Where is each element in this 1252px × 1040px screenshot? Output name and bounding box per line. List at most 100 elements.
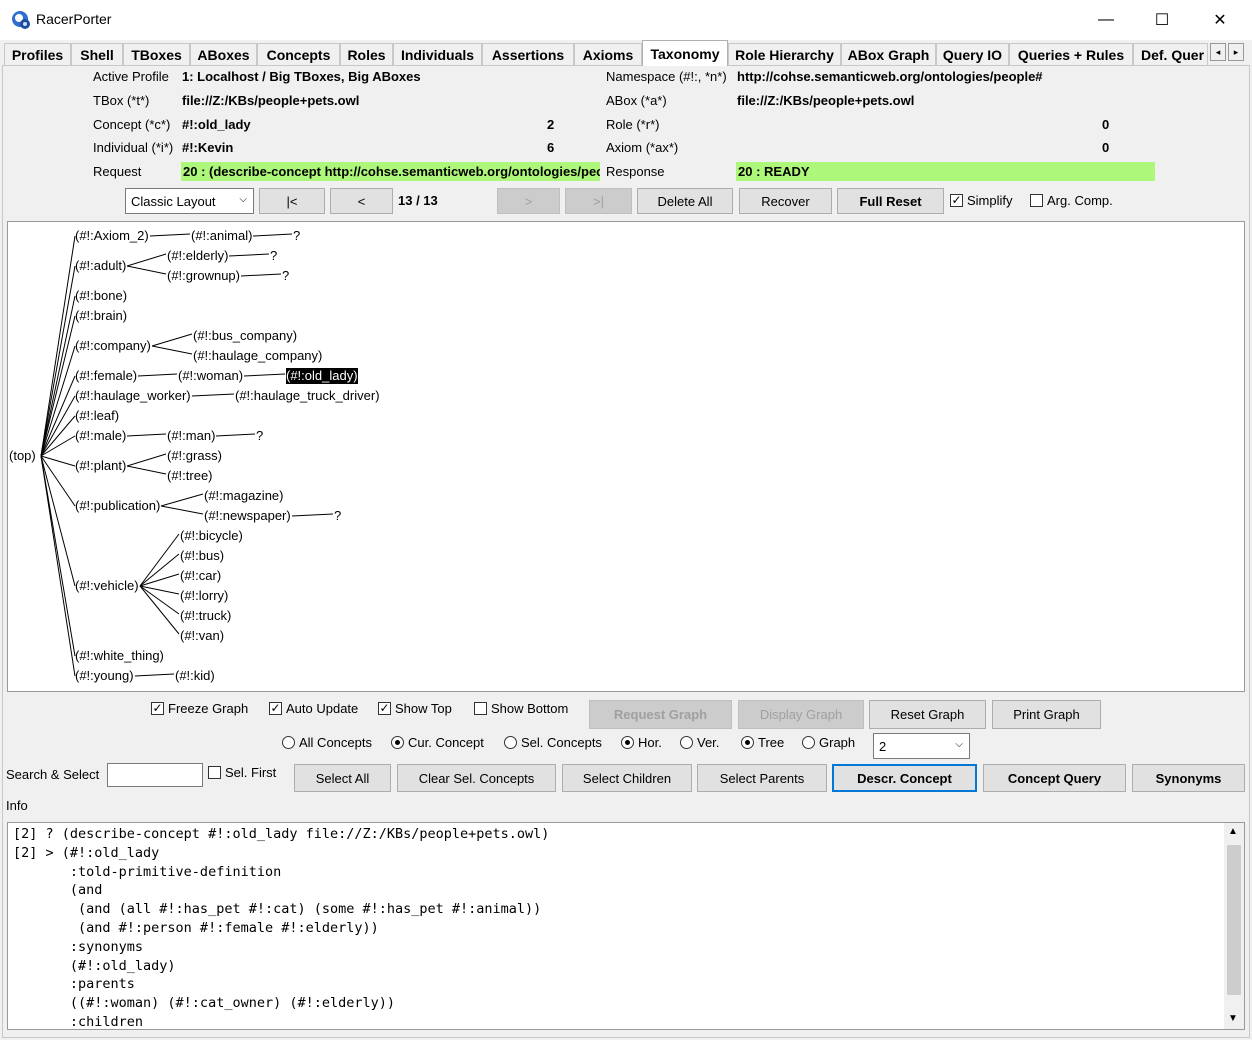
tab-taxonomy[interactable]: Taxonomy — [642, 40, 728, 66]
graph-node-bus-company[interactable]: (#!:bus_company) — [193, 328, 297, 344]
vertical-radio[interactable]: Ver. — [680, 735, 719, 750]
scroll-down-icon[interactable]: ▼ — [1228, 1013, 1238, 1024]
recover-button[interactable]: Recover — [739, 188, 832, 214]
graph-node-vehicle[interactable]: (#!:vehicle) — [75, 578, 139, 594]
tab-queries-rules[interactable]: Queries + Rules — [1009, 43, 1133, 65]
graph-node-elderly-q[interactable]: ? — [270, 248, 277, 264]
graph-node-animal[interactable]: (#!:animal) — [191, 228, 252, 244]
tab-concepts[interactable]: Concepts — [257, 43, 340, 65]
graph-node-grass[interactable]: (#!:grass) — [167, 448, 222, 464]
graph-node-lorry[interactable]: (#!:lorry) — [180, 588, 228, 604]
info-textarea[interactable]: [2] ? (describe-concept #!:old_lady file… — [7, 822, 1245, 1030]
graph-node-old-lady[interactable]: (#!:old_lady) — [286, 368, 358, 384]
search-input[interactable] — [107, 763, 203, 787]
horizontal-radio[interactable]: Hor. — [621, 735, 662, 750]
layout-select[interactable]: Classic Layout ⌵ — [125, 188, 254, 214]
graph-node-man[interactable]: (#!:man) — [167, 428, 215, 444]
tab-profiles[interactable]: Profiles — [4, 43, 71, 65]
simplify-checkbox[interactable]: ✓ Simplify — [950, 193, 1013, 208]
select-children-button[interactable]: Select Children — [562, 764, 692, 792]
history-prev-button[interactable]: < — [330, 188, 393, 214]
show-top-checkbox[interactable]: ✓ Show Top — [378, 701, 452, 716]
tab-aboxes[interactable]: ABoxes — [190, 43, 257, 65]
close-button[interactable]: ✕ — [1192, 0, 1248, 40]
graph-node-haulage-company[interactable]: (#!:haulage_company) — [193, 348, 322, 364]
tab-shell[interactable]: Shell — [71, 43, 123, 65]
sel-first-checkbox[interactable]: Sel. First — [208, 765, 276, 780]
tab-scroll-left-button[interactable]: ◂ — [1210, 43, 1226, 61]
request-graph-button[interactable]: Request Graph — [589, 700, 732, 729]
clear-sel-concepts-button[interactable]: Clear Sel. Concepts — [397, 764, 556, 792]
graph-node-adult[interactable]: (#!:adult) — [75, 258, 126, 274]
info-scrollbar[interactable]: ▲ ▼ — [1224, 823, 1244, 1029]
graph-node-newspaper-q[interactable]: ? — [334, 508, 341, 524]
full-reset-button[interactable]: Full Reset — [837, 188, 944, 214]
tab-query-io[interactable]: Query IO — [936, 43, 1009, 65]
graph-node-company[interactable]: (#!:company) — [75, 338, 151, 354]
graph-node-animal-q[interactable]: ? — [293, 228, 300, 244]
display-graph-button[interactable]: Display Graph — [738, 700, 864, 729]
history-next-button[interactable]: > — [497, 188, 560, 214]
tree-radio[interactable]: Tree — [741, 735, 784, 750]
graph-node-bicycle[interactable]: (#!:bicycle) — [180, 528, 243, 544]
tab-scroll-right-button[interactable]: ▸ — [1228, 43, 1244, 61]
graph-node-car[interactable]: (#!:car) — [180, 568, 221, 584]
graph-node-haulage-truck-driver[interactable]: (#!:haulage_truck_driver) — [235, 388, 380, 404]
graph-node-grownup-q[interactable]: ? — [282, 268, 289, 284]
graph-node-plant[interactable]: (#!:plant) — [75, 458, 126, 474]
arg-comp-checkbox[interactable]: Arg. Comp. — [1030, 193, 1113, 208]
graph-node-van[interactable]: (#!:van) — [180, 628, 224, 644]
select-parents-button[interactable]: Select Parents — [697, 764, 827, 792]
graph-node-grownup[interactable]: (#!:grownup) — [167, 268, 240, 284]
minimize-button[interactable]: — — [1078, 0, 1134, 40]
graph-node-female[interactable]: (#!:female) — [75, 368, 137, 384]
graph-node-leaf[interactable]: (#!:leaf) — [75, 408, 119, 424]
all-concepts-radio[interactable]: All Concepts — [282, 735, 372, 750]
graph-node-elderly[interactable]: (#!:elderly) — [167, 248, 228, 264]
history-first-button[interactable]: |< — [259, 188, 325, 214]
tab-axioms[interactable]: Axioms — [574, 43, 642, 65]
graph-node-man-q[interactable]: ? — [256, 428, 263, 444]
tab-assertions[interactable]: Assertions — [482, 43, 574, 65]
graph-node-axiom2[interactable]: (#!:Axiom_2) — [75, 228, 149, 244]
history-last-button[interactable]: >| — [565, 188, 632, 214]
show-bottom-checkbox[interactable]: Show Bottom — [474, 701, 568, 716]
graph-node-brain[interactable]: (#!:brain) — [75, 308, 127, 324]
graph-node-woman[interactable]: (#!:woman) — [178, 368, 243, 384]
tab-individuals[interactable]: Individuals — [393, 43, 482, 65]
cur-concept-radio[interactable]: Cur. Concept — [391, 735, 484, 750]
tab-role-hierarchy[interactable]: Role Hierarchy — [728, 43, 841, 65]
tab-def-queries[interactable]: Def. Quer — [1133, 43, 1208, 65]
graph-node-tree[interactable]: (#!:tree) — [167, 468, 213, 484]
graph-radio[interactable]: Graph — [802, 735, 855, 750]
tab-abox-graph[interactable]: ABox Graph — [841, 43, 936, 65]
tab-tboxes[interactable]: TBoxes — [123, 43, 190, 65]
sel-concepts-radio[interactable]: Sel. Concepts — [504, 735, 602, 750]
graph-node-white-thing[interactable]: (#!:white_thing) — [75, 648, 164, 664]
graph-node-newspaper[interactable]: (#!:newspaper) — [204, 508, 291, 524]
graph-node-publication[interactable]: (#!:publication) — [75, 498, 160, 514]
print-graph-button[interactable]: Print Graph — [992, 700, 1101, 729]
taxonomy-graph[interactable]: (top) (#!:Axiom_2) (#!:animal)? (#!:adult)… — [7, 221, 1245, 692]
delete-all-button[interactable]: Delete All — [637, 188, 733, 214]
tab-roles[interactable]: Roles — [340, 43, 393, 65]
graph-node-male[interactable]: (#!:male) — [75, 428, 126, 444]
synonyms-button[interactable]: Synonyms — [1132, 764, 1245, 792]
graph-node-truck[interactable]: (#!:truck) — [180, 608, 231, 624]
graph-node-bus[interactable]: (#!:bus) — [180, 548, 224, 564]
descr-concept-button[interactable]: Descr. Concept — [832, 764, 977, 792]
graph-node-bone[interactable]: (#!:bone) — [75, 288, 127, 304]
graph-node-kid[interactable]: (#!:kid) — [175, 668, 215, 684]
depth-select[interactable]: 2 ⌵ — [873, 733, 970, 759]
scroll-thumb[interactable] — [1227, 845, 1241, 995]
concept-query-button[interactable]: Concept Query — [983, 764, 1126, 792]
graph-node-magazine[interactable]: (#!:magazine) — [204, 488, 283, 504]
reset-graph-button[interactable]: Reset Graph — [869, 700, 986, 729]
graph-node-haulage-worker[interactable]: (#!:haulage_worker) — [75, 388, 191, 404]
scroll-up-icon[interactable]: ▲ — [1228, 826, 1238, 837]
freeze-graph-checkbox[interactable]: ✓ Freeze Graph — [151, 701, 248, 716]
graph-node-young[interactable]: (#!:young) — [75, 668, 134, 684]
graph-node-top[interactable]: (top) — [9, 448, 36, 464]
auto-update-checkbox[interactable]: ✓ Auto Update — [269, 701, 358, 716]
maximize-button[interactable]: ☐ — [1134, 0, 1190, 40]
